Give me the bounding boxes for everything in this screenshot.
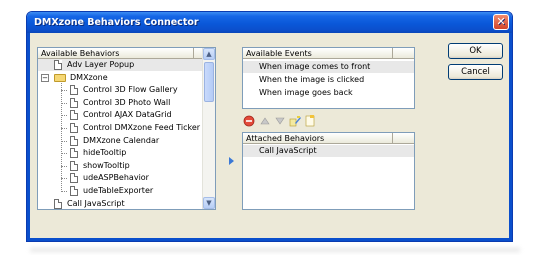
tree-item-label: Control DMXzone Feed Ticker (83, 123, 201, 132)
available-behaviors-header-label: Available Behaviors (41, 49, 120, 58)
window-shadow (30, 248, 520, 254)
add-behavior-arrow-icon[interactable] (229, 157, 234, 165)
available-events-header-label: Available Events (246, 49, 312, 58)
scroll-down-button[interactable]: ▼ (203, 197, 215, 209)
tree-item-label: Call JavaScript (67, 198, 125, 208)
cancel-button[interactable]: Cancel (448, 64, 503, 80)
tree-item[interactable]: Call JavaScript (38, 198, 215, 209)
title-bar[interactable]: DMXzone Behaviors Connector ✕ (27, 12, 512, 33)
attached-behaviors-list[interactable]: Attached Behaviors Call JavaScript (242, 132, 415, 210)
tree-item[interactable]: Control DMXzone Feed Ticker (38, 122, 215, 134)
window-frame-right (509, 33, 512, 241)
tree-item-label: udeTableExporter (83, 186, 154, 195)
tree-item[interactable]: Adv Layer Popup (38, 59, 215, 71)
tree-item-label: showTooltip (83, 160, 130, 170)
move-down-icon[interactable] (274, 115, 286, 127)
tree-item-label: DMXzone Calendar (83, 135, 160, 145)
header-separator (392, 133, 393, 143)
document-icon (70, 173, 78, 184)
document-icon (70, 186, 78, 196)
document-icon (70, 110, 78, 121)
tree-item[interactable]: Control 3D Flow Gallery (38, 84, 215, 96)
event-label: When the image is clicked (259, 75, 365, 84)
tree-item[interactable]: Control 3D Photo Wall (38, 97, 215, 109)
tree-item[interactable]: − DMXzone (38, 72, 215, 84)
tree-item[interactable]: udeTableExporter (38, 185, 215, 197)
event-item[interactable]: When image goes back (243, 87, 414, 99)
tree-item-label: Control AJAX DataGrid (83, 110, 172, 120)
header-separator (392, 48, 393, 58)
document-icon (70, 148, 78, 159)
tree-item-label: DMXzone (70, 72, 108, 82)
move-up-icon[interactable] (259, 115, 271, 127)
tree-item[interactable]: udeASPBehavior (38, 172, 215, 184)
attached-behavior-item[interactable]: Call JavaScript (243, 145, 414, 157)
folder-icon (54, 73, 66, 82)
event-label: When image comes to front (259, 62, 371, 71)
document-icon (70, 123, 78, 133)
attached-behavior-label: Call JavaScript (259, 146, 317, 155)
behaviors-scrollbar[interactable]: ▲ ▼ (202, 48, 215, 209)
document-icon (54, 60, 62, 70)
collapse-toggle-icon[interactable]: − (41, 73, 49, 82)
dialog-window: DMXzone Behaviors Connector ✕ Available … (26, 11, 513, 242)
tree-item[interactable]: hideTooltip (38, 147, 215, 159)
event-item[interactable]: When image comes to front (243, 61, 414, 73)
event-item[interactable]: When the image is clicked (243, 74, 414, 86)
tree-item[interactable]: DMXzone Calendar (38, 135, 215, 147)
edit-icon[interactable] (289, 115, 301, 127)
tree-item-label: Control 3D Photo Wall (83, 97, 171, 107)
close-button[interactable]: ✕ (493, 14, 509, 30)
document-icon (54, 198, 62, 209)
document-icon (70, 160, 78, 171)
document-icon (70, 97, 78, 108)
attached-behaviors-header-label: Attached Behaviors (246, 134, 325, 143)
tree-item[interactable]: showTooltip (38, 160, 215, 172)
available-events-list[interactable]: Available Events When image comes to fro… (242, 47, 415, 109)
tree-item-label: hideTooltip (83, 148, 127, 158)
tree-item[interactable]: Control AJAX DataGrid (38, 109, 215, 121)
new-document-icon[interactable] (304, 115, 316, 127)
header-separator (193, 48, 194, 58)
remove-icon[interactable] (243, 115, 255, 127)
available-behaviors-header: Available Behaviors (38, 48, 215, 59)
tree-item-label: Adv Layer Popup (67, 60, 135, 69)
tree-item-label: udeASPBehavior (83, 173, 149, 183)
ok-button[interactable]: OK (448, 43, 503, 59)
document-icon (70, 135, 78, 146)
document-icon (70, 85, 78, 96)
tree-connector (61, 82, 62, 190)
available-behaviors-tree[interactable]: Available Behaviors Adv Layer Popup − DMXz… (37, 47, 216, 210)
available-events-header: Available Events (243, 48, 414, 59)
window-frame-left (27, 33, 30, 241)
window-frame-bottom (27, 238, 512, 241)
scroll-thumb[interactable] (204, 62, 214, 102)
tree-connector (61, 191, 67, 192)
tree-item-label: Control 3D Flow Gallery (83, 85, 178, 95)
event-label: When image goes back (259, 88, 353, 97)
window-title: DMXzone Behaviors Connector (34, 17, 199, 28)
scroll-up-button[interactable]: ▲ (203, 48, 215, 60)
attached-behaviors-header: Attached Behaviors (243, 133, 414, 144)
